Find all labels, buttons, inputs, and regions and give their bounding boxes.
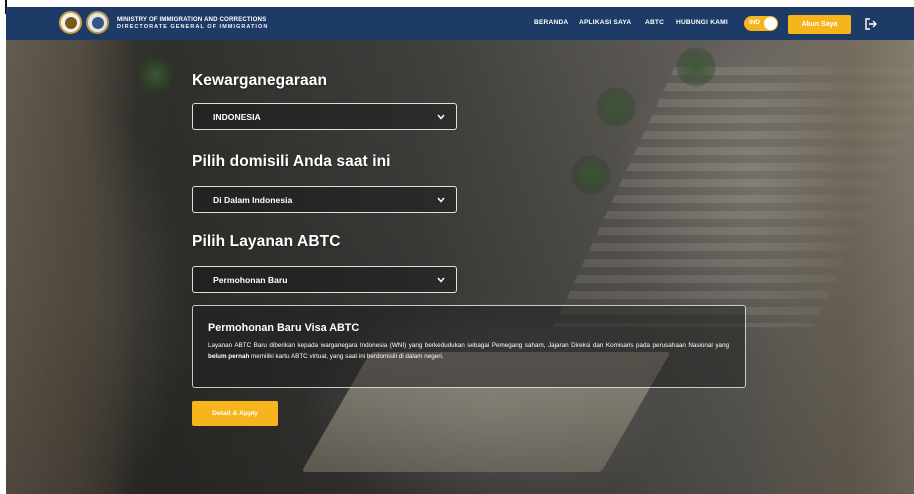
- org-name-line-2: DIRECTORATE GENERAL OF IMMIGRATION: [117, 24, 269, 30]
- nav-link-aplikasi-saya[interactable]: APLIKASI SAYA: [579, 19, 631, 26]
- service-value: Permohonan Baru: [213, 274, 288, 285]
- account-button[interactable]: Akun Saya: [788, 15, 851, 34]
- description-text: memiliki kartu ABTC virtual, yang saat i…: [249, 353, 444, 360]
- detail-apply-button[interactable]: Detail & Apply: [192, 401, 278, 426]
- page-border-top: [0, 0, 914, 7]
- service-select[interactable]: Permohonan Baru: [192, 266, 457, 293]
- chevron-down-icon: [437, 277, 445, 283]
- citizenship-value: INDONESIA: [213, 111, 261, 122]
- toggle-knob: [764, 17, 777, 30]
- service-heading: Pilih Layanan ABTC: [192, 233, 341, 250]
- garuda-emblem-logo: [59, 11, 82, 34]
- org-name-line-1: MINISTRY OF IMMIGRATION AND CORRECTIONS: [117, 16, 267, 23]
- description-text: Layanan ABTC Baru diberikan kepada warga…: [208, 342, 729, 349]
- nav-link-hubungi-kami[interactable]: HUBUNGI KAMI: [676, 19, 728, 26]
- service-info-description: Layanan ABTC Baru diberikan kepada warga…: [208, 340, 729, 362]
- logout-icon[interactable]: [864, 17, 878, 31]
- nav-link-beranda[interactable]: BERANDA: [534, 19, 568, 26]
- citizenship-select[interactable]: INDONESIA: [192, 103, 457, 130]
- service-info-title: Permohonan Baru Visa ABTC: [208, 322, 360, 334]
- domicile-value: Di Dalam Indonesia: [213, 194, 293, 205]
- top-navbar: MINISTRY OF IMMIGRATION AND CORRECTIONS …: [6, 7, 914, 40]
- service-info-card: Permohonan Baru Visa ABTC Layanan ABTC B…: [192, 305, 746, 388]
- page: MINISTRY OF IMMIGRATION AND CORRECTIONS …: [6, 7, 914, 494]
- background-overlay: [6, 7, 914, 494]
- citizenship-heading: Kewarganegaraan: [192, 72, 328, 89]
- language-toggle[interactable]: IND: [744, 16, 778, 31]
- description-emphasis: belum pernah: [208, 353, 250, 360]
- nav-link-abtc[interactable]: ABTC: [645, 19, 664, 26]
- chevron-down-icon: [437, 114, 445, 120]
- organization-name: MINISTRY OF IMMIGRATION AND CORRECTIONS …: [117, 16, 268, 32]
- chevron-down-icon: [437, 197, 445, 203]
- domicile-select[interactable]: Di Dalam Indonesia: [192, 186, 457, 213]
- domicile-heading: Pilih domisili Anda saat ini: [192, 153, 391, 170]
- language-label: IND: [749, 19, 761, 26]
- immigration-logo: [86, 11, 109, 34]
